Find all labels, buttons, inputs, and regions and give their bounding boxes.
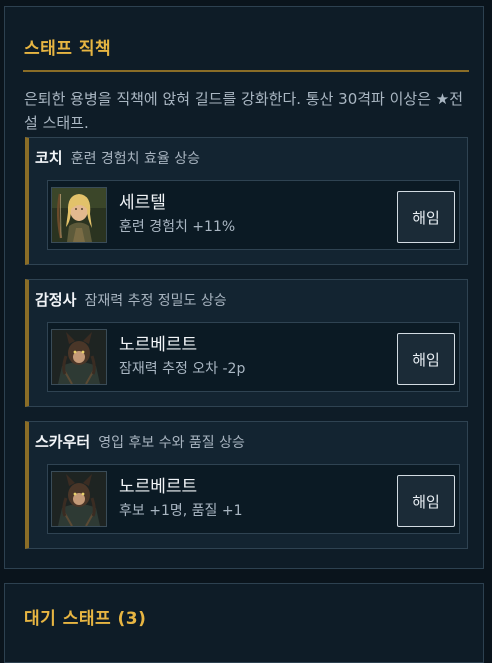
role-name: 코치 xyxy=(35,149,63,167)
role-coach: 코치 훈련 경험치 효율 상승 세르텔 훈련 경험치 +11% 해임 xyxy=(25,137,468,265)
beast-warrior-portrait xyxy=(51,471,107,527)
staff-name: 노르베르트 xyxy=(119,335,198,355)
dismiss-button[interactable]: 해임 xyxy=(397,475,455,527)
role-name: 스카우터 xyxy=(35,433,91,451)
assigned-staff-card: 세르텔 훈련 경험치 +11% 해임 xyxy=(47,180,460,250)
role-appraiser: 감정사 잠재력 추정 정밀도 상승 노르베르트 잠재력 추정 오차 -2p 해임 xyxy=(25,279,468,407)
staff-positions-title: 스태프 직책 xyxy=(24,39,112,59)
staff-name: 세르텔 xyxy=(119,193,166,213)
staff-bonus: 훈련 경험치 +11% xyxy=(119,219,236,235)
dismiss-button[interactable]: 해임 xyxy=(397,191,455,243)
staff-name: 노르베르트 xyxy=(119,477,198,497)
role-effect: 잠재력 추정 정밀도 상승 xyxy=(84,293,227,309)
waiting-staff-panel: 대기 스태프 (3) xyxy=(4,583,484,663)
beast-warrior-portrait xyxy=(51,329,107,385)
title-divider xyxy=(23,70,469,72)
staff-description: 은퇴한 용병을 직책에 앉혀 길드를 강화한다. 통산 30격파 이상은 ★전설… xyxy=(24,90,464,132)
staff-positions-panel: 스태프 직책 은퇴한 용병을 직책에 앉혀 길드를 강화한다. 통산 30격파 … xyxy=(4,6,484,569)
staff-bonus: 후보 +1명, 품질 +1 xyxy=(119,503,243,519)
staff-bonus: 잠재력 추정 오차 -2p xyxy=(119,361,246,377)
role-effect: 영입 후보 수와 품질 상승 xyxy=(98,435,245,451)
role-header: 감정사 잠재력 추정 정밀도 상승 xyxy=(35,289,227,310)
blonde-archer-portrait xyxy=(51,187,107,243)
assigned-staff-card: 노르베르트 잠재력 추정 오차 -2p 해임 xyxy=(47,322,460,392)
dismiss-button[interactable]: 해임 xyxy=(397,333,455,385)
role-scout: 스카우터 영입 후보 수와 품질 상승 노르베르트 후보 +1명, 품질 +1 … xyxy=(25,421,468,549)
role-name: 감정사 xyxy=(35,291,77,309)
role-header: 스카우터 영입 후보 수와 품질 상승 xyxy=(35,431,245,452)
role-effect: 훈련 경험치 효율 상승 xyxy=(70,151,200,167)
role-header: 코치 훈련 경험치 효율 상승 xyxy=(35,147,200,168)
waiting-staff-title: 대기 스태프 (3) xyxy=(24,609,147,629)
assigned-staff-card: 노르베르트 후보 +1명, 품질 +1 해임 xyxy=(47,464,460,534)
